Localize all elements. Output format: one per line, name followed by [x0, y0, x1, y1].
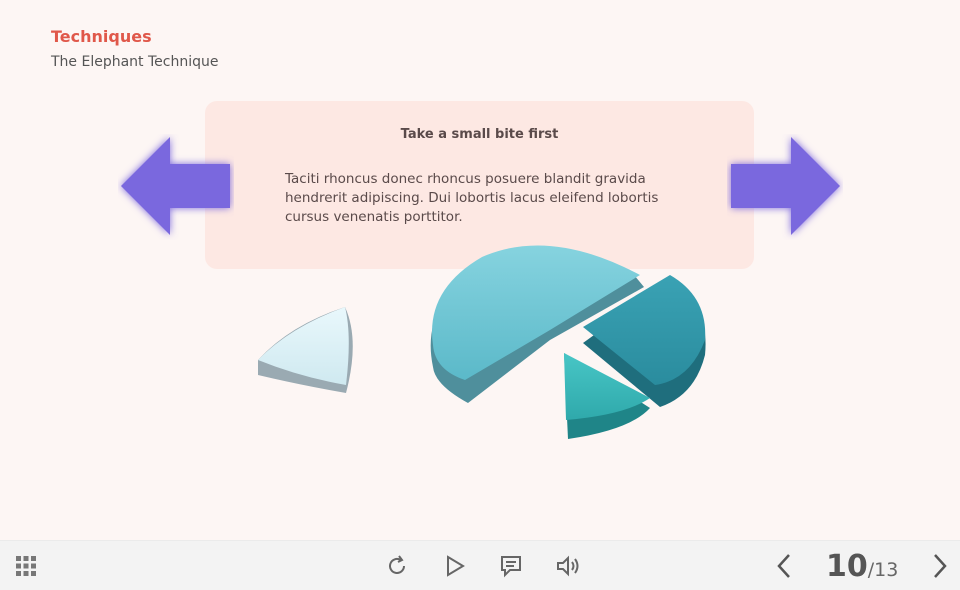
player-toolbar: 10 / 13 — [0, 540, 960, 590]
notes-icon[interactable] — [498, 553, 524, 579]
page-total: 13 — [874, 559, 899, 581]
chevron-right-icon[interactable] — [928, 552, 952, 580]
chevron-left-icon[interactable] — [772, 552, 796, 580]
pie-illustration — [250, 235, 720, 460]
card-body: Taciti rhoncus donec rhoncus posuere bla… — [285, 171, 659, 225]
page-current: 10 — [826, 549, 868, 584]
arrow-left-icon[interactable] — [118, 134, 234, 245]
card-heading: Take a small bite first — [400, 127, 559, 142]
page-counter: 10 / 13 — [826, 549, 899, 584]
volume-icon[interactable] — [554, 553, 582, 579]
slide-subtitle: The Elephant Technique — [51, 54, 219, 70]
slide: Techniques The Elephant Technique Take a… — [0, 0, 960, 540]
play-icon[interactable] — [442, 553, 468, 579]
grid-icon[interactable] — [14, 554, 38, 578]
slide-title: Techniques — [51, 27, 152, 46]
arrow-right-icon[interactable] — [727, 134, 843, 245]
replay-icon[interactable] — [384, 553, 410, 579]
